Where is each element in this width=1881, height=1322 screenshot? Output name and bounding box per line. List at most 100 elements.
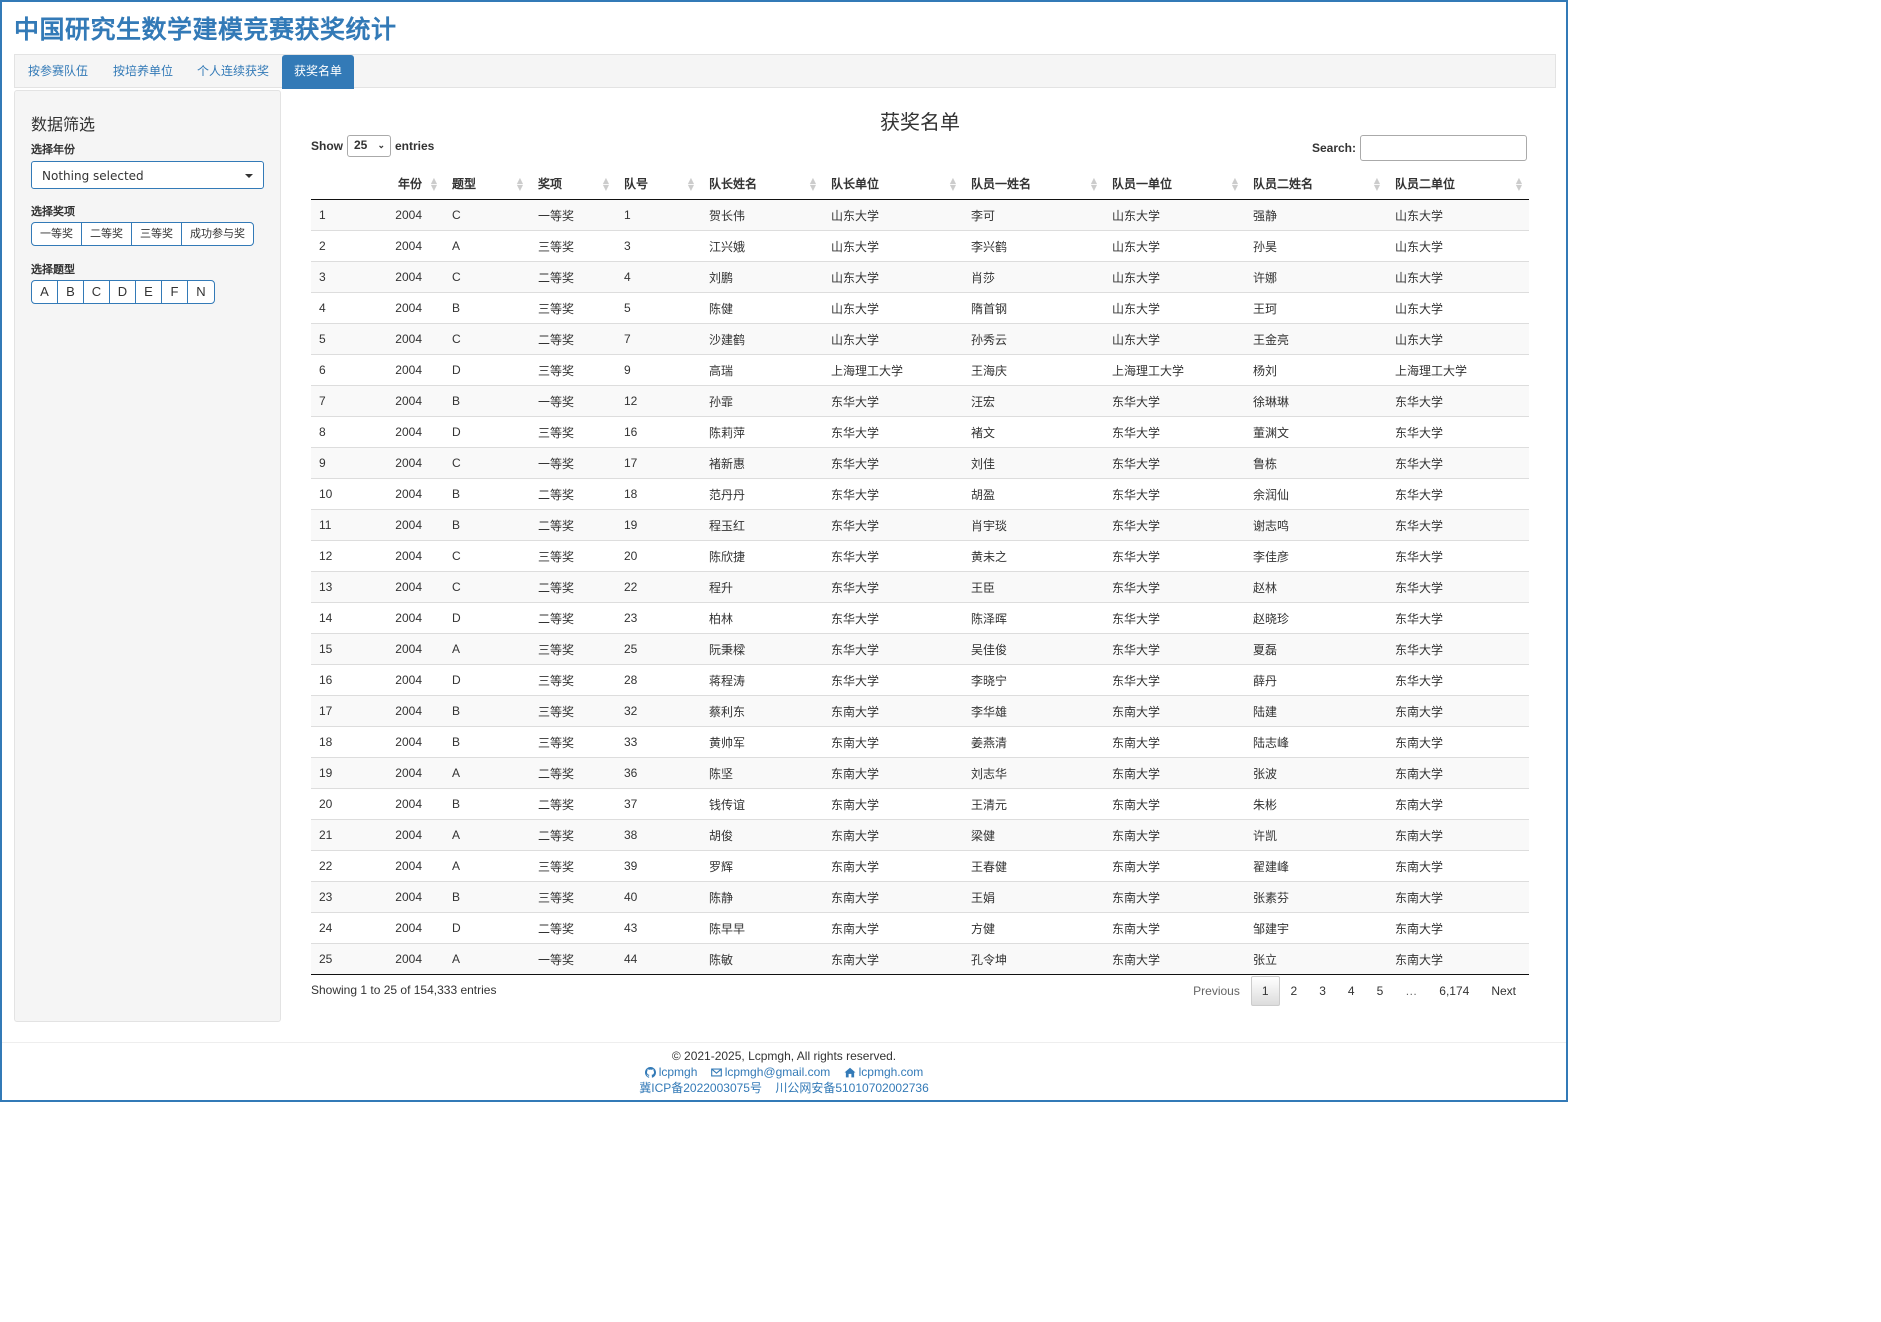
type-button-group: A B C D E F N — [31, 280, 215, 304]
next-page-button[interactable]: Next — [1480, 977, 1527, 1005]
cell-row-index: 3 — [311, 261, 369, 293]
cell-leader-unit: 东南大学 — [823, 943, 963, 975]
page-button[interactable]: 2 — [1280, 977, 1309, 1005]
cell-year: 2004 — [369, 788, 444, 820]
cell-problem-type: C — [444, 447, 530, 479]
page-button[interactable]: 5 — [1366, 977, 1395, 1005]
search-input[interactable] — [1360, 135, 1527, 161]
cell-problem-type: B — [444, 292, 530, 324]
type-button-a[interactable]: A — [32, 281, 58, 303]
cell-row-index: 12 — [311, 540, 369, 572]
column-header-member1-unit[interactable]: 队员一单位 ▲ ▼ — [1104, 168, 1245, 200]
cell-row-index: 7 — [311, 385, 369, 417]
cell-member2-unit: 东南大学 — [1387, 695, 1529, 727]
column-header-label: 队号 — [624, 177, 649, 191]
cell-award: 三等奖 — [530, 850, 616, 882]
cell-problem-type: D — [444, 664, 530, 696]
cell-member1-name: 王清元 — [963, 788, 1104, 820]
page-button[interactable]: 1 — [1250, 976, 1280, 1006]
cell-leader-name: 陈欣捷 — [701, 540, 823, 572]
tab-award-list[interactable]: 获奖名单 — [282, 55, 354, 89]
cell-member2-unit: 上海理工大学 — [1387, 354, 1529, 386]
cell-award: 三等奖 — [530, 540, 616, 572]
police-record-link[interactable]: 川公网安备51010702002736 — [775, 1081, 928, 1095]
table-info: Showing 1 to 25 of 154,333 entries — [311, 983, 497, 997]
cell-leader-unit: 东南大学 — [823, 819, 963, 851]
sort-arrows-icon: ▲ ▼ — [1515, 176, 1522, 192]
cell-member1-name: 王海庆 — [963, 354, 1104, 386]
cell-member1-name: 肖宇琰 — [963, 509, 1104, 541]
cell-row-index: 9 — [311, 447, 369, 479]
type-button-d[interactable]: D — [110, 281, 136, 303]
email-link[interactable]: lcpmgh@gmail.com — [710, 1065, 831, 1079]
cell-member1-unit: 东华大学 — [1104, 447, 1245, 479]
type-button-f[interactable]: F — [162, 281, 188, 303]
cell-leader-name: 胡俊 — [701, 819, 823, 851]
award-button-second[interactable]: 二等奖 — [82, 223, 132, 245]
cell-member1-name: 褚文 — [963, 416, 1104, 448]
table-row: 7 2004 B 一等奖 12 孙霏 东华大学 汪宏 东华大学 徐琳琳 东华大学 — [311, 385, 1529, 417]
column-header-member1-name[interactable]: 队员一姓名 ▲ ▼ — [963, 168, 1104, 200]
column-header-label: 年份 — [397, 177, 422, 191]
cell-leader-unit: 东南大学 — [823, 788, 963, 820]
cell-year: 2004 — [369, 881, 444, 913]
page-button[interactable]: 4 — [1337, 977, 1366, 1005]
column-header-row-index — [311, 168, 369, 200]
tab-by-team[interactable]: 按参赛队伍 — [15, 55, 101, 88]
page-button[interactable]: 6,174 — [1428, 977, 1480, 1005]
type-button-n[interactable]: N — [188, 281, 214, 303]
page-button[interactable]: 3 — [1308, 977, 1337, 1005]
award-button-third[interactable]: 三等奖 — [132, 223, 182, 245]
cell-member1-unit: 山东大学 — [1104, 323, 1245, 355]
cell-row-index: 6 — [311, 354, 369, 386]
tab-by-institution[interactable]: 按培养单位 — [101, 55, 185, 88]
type-button-c[interactable]: C — [84, 281, 110, 303]
cell-row-index: 18 — [311, 726, 369, 758]
cell-member2-name: 许凯 — [1245, 819, 1387, 851]
column-header-team-number[interactable]: 队号 ▲ ▼ — [616, 168, 701, 200]
cell-team-number: 16 — [616, 416, 701, 448]
page-length-select[interactable]: 25 ⌄ — [347, 135, 391, 157]
column-header-leader-name[interactable]: 队长姓名 ▲ ▼ — [701, 168, 823, 200]
cell-member1-name: 陈泽晖 — [963, 602, 1104, 634]
cell-year: 2004 — [369, 633, 444, 665]
cell-year: 2004 — [369, 261, 444, 293]
github-link[interactable]: lcpmgh — [644, 1065, 697, 1079]
award-button-first[interactable]: 一等奖 — [32, 223, 82, 245]
column-header-problem-type[interactable]: 题型 ▲ ▼ — [444, 168, 530, 200]
email-label: lcpmgh@gmail.com — [724, 1065, 831, 1079]
table-row: 17 2004 B 三等奖 32 蔡利东 东南大学 李华雄 东南大学 陆建 东南大学 — [311, 695, 1529, 727]
year-select[interactable]: Nothing selected — [31, 161, 264, 189]
column-header-member2-name[interactable]: 队员二姓名 ▲ ▼ — [1245, 168, 1387, 200]
previous-page-button[interactable]: Previous — [1182, 977, 1251, 1005]
award-button-participation[interactable]: 成功参与奖 — [182, 223, 253, 245]
cell-member2-name: 杨刘 — [1245, 354, 1387, 386]
column-header-year[interactable]: 年份 ▲ ▼ — [369, 168, 444, 200]
cell-team-number: 38 — [616, 819, 701, 851]
sort-arrows-icon: ▲ ▼ — [602, 176, 609, 192]
cell-year: 2004 — [369, 230, 444, 262]
cell-member1-name: 汪宏 — [963, 385, 1104, 417]
cell-team-number: 7 — [616, 323, 701, 355]
cell-award: 二等奖 — [530, 509, 616, 541]
column-header-label: 奖项 — [538, 177, 563, 191]
cell-award: 三等奖 — [530, 354, 616, 386]
tab-consecutive-awards[interactable]: 个人连续获奖 — [187, 55, 279, 88]
cell-leader-unit: 东南大学 — [823, 881, 963, 913]
sort-arrows-icon: ▲ ▼ — [1090, 176, 1097, 192]
cell-leader-unit: 山东大学 — [823, 199, 963, 231]
cell-row-index: 5 — [311, 323, 369, 355]
column-header-leader-unit[interactable]: 队长单位 ▲ ▼ — [823, 168, 963, 200]
column-header-member2-unit[interactable]: 队员二单位 ▲ ▼ — [1387, 168, 1529, 200]
cell-team-number: 1 — [616, 199, 701, 231]
site-link[interactable]: lcpmgh.com — [844, 1065, 923, 1079]
column-header-award[interactable]: 奖项 ▲ ▼ — [530, 168, 616, 200]
cell-year: 2004 — [369, 726, 444, 758]
cell-problem-type: D — [444, 416, 530, 448]
type-button-b[interactable]: B — [58, 281, 84, 303]
cell-member1-unit: 山东大学 — [1104, 199, 1245, 231]
cell-member2-unit: 山东大学 — [1387, 261, 1529, 293]
type-button-e[interactable]: E — [136, 281, 162, 303]
icp-link[interactable]: 冀ICP备2022003075号 — [639, 1081, 762, 1095]
cell-leader-unit: 山东大学 — [823, 261, 963, 293]
